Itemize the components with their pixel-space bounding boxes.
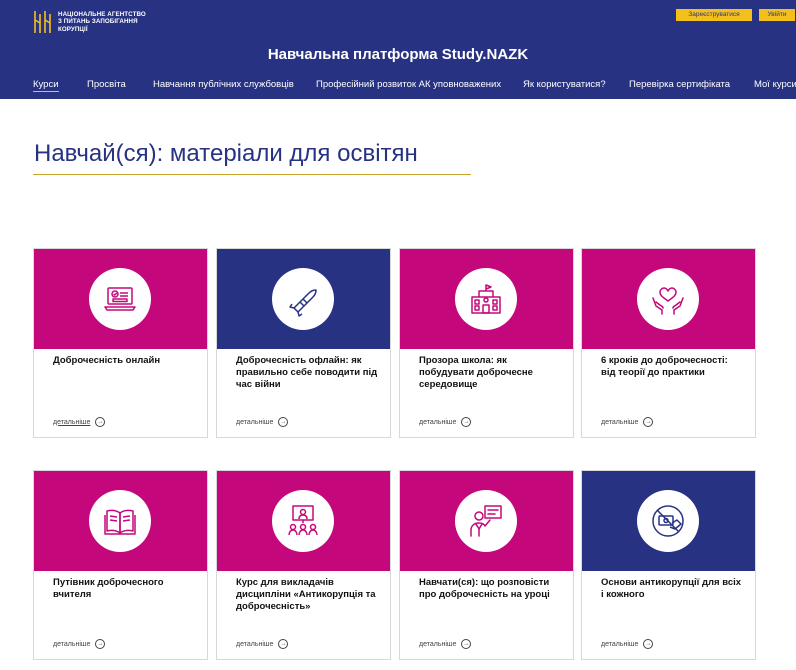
open-book-icon [89, 490, 151, 552]
details-link-label[interactable]: детальніше [601, 418, 638, 427]
arrow-right-icon: → [278, 417, 289, 427]
details-link-label[interactable]: детальніше [419, 418, 456, 427]
teacher-board-icon [455, 490, 517, 552]
arrow-right-icon: → [95, 639, 106, 649]
details-link[interactable]: детальніше → [53, 417, 106, 427]
no-bribe-icon [637, 490, 699, 552]
arrow-right-icon: → [278, 639, 289, 649]
card-banner [582, 471, 755, 571]
nav-item-public-servants[interactable]: Навчання публічних службовців [153, 79, 294, 91]
card-title: Доброчесність офлайн: як правильно себе … [236, 355, 378, 390]
details-link-label[interactable]: детальніше [419, 640, 456, 649]
details-link[interactable]: детальніше → [236, 639, 289, 649]
card-title: Прозора школа: як побудувати доброчесне … [419, 355, 533, 390]
details-link[interactable]: детальніше → [601, 639, 654, 649]
lecture-audience-icon [272, 490, 334, 552]
details-link[interactable]: детальніше → [419, 417, 472, 427]
arrow-right-icon: → [643, 417, 654, 427]
card-banner [34, 249, 207, 349]
card-title: Навчати(ся): що розповісти про доброчесн… [419, 577, 550, 600]
nav-item-professional-development[interactable]: Професійний розвиток АК уповноважених [316, 79, 501, 91]
title-underline [33, 174, 471, 175]
card-banner [217, 471, 390, 571]
site-header: Національне агентство з питань запобіган… [0, 0, 796, 99]
arrow-right-icon: → [95, 417, 106, 427]
course-card[interactable]: Основи антикорупції для всіх і кожного д… [581, 470, 756, 660]
card-title: Доброчесність онлайн [53, 355, 161, 366]
card-title: Основи антикорупції для всіх і кожного [601, 577, 742, 600]
details-link-label[interactable]: детальніше [601, 640, 638, 649]
logo-text: Національне агентство з питань запобіган… [58, 11, 146, 33]
arrow-right-icon: → [643, 639, 654, 649]
missile-icon [272, 268, 334, 330]
course-card[interactable]: Курс для викладачів дисципліни «Антикору… [216, 470, 391, 660]
site-title: Навчальна платформа Study.NAZK [267, 46, 529, 63]
details-link-label[interactable]: детальніше [53, 418, 90, 427]
details-link-label[interactable]: детальніше [236, 640, 273, 649]
details-link[interactable]: детальніше → [419, 639, 472, 649]
nav-item-how-to-use[interactable]: Як користуватися? [523, 79, 606, 91]
arrow-right-icon: → [461, 639, 472, 649]
card-banner [400, 471, 573, 571]
arrow-right-icon: → [461, 417, 472, 427]
nazk-emblem-icon [32, 8, 52, 36]
details-link[interactable]: детальніше → [601, 417, 654, 427]
course-card[interactable]: Доброчесність онлайн детальніше → [33, 248, 208, 438]
page-title: Навчай(ся): матеріали для освітян [34, 140, 418, 167]
course-card[interactable]: Навчати(ся): що розповісти про доброчесн… [399, 470, 574, 660]
card-title: Путівник доброчесного вчителя [53, 577, 164, 600]
details-link[interactable]: детальніше → [53, 639, 106, 649]
card-title: 6 кроків до доброчесності: від теорії до… [601, 355, 728, 378]
nazk-logo[interactable]: Національне агентство з питань запобіган… [32, 8, 162, 36]
details-link[interactable]: детальніше → [236, 417, 289, 427]
course-card[interactable]: Путівник доброчесного вчителя детальніше… [33, 470, 208, 660]
nav-item-education[interactable]: Просвіта [87, 79, 126, 91]
course-card[interactable]: 6 кроків до доброчесності: від теорії до… [581, 248, 756, 438]
card-title: Курс для викладачів дисципліни «Антикору… [236, 577, 376, 612]
hands-heart-icon [637, 268, 699, 330]
course-card[interactable]: Прозора школа: як побудувати доброчесне … [399, 248, 574, 438]
details-link-label[interactable]: детальніше [236, 418, 273, 427]
card-banner [217, 249, 390, 349]
card-banner [400, 249, 573, 349]
card-banner [582, 249, 755, 349]
nav-item-certificate-check[interactable]: Перевірка сертифіката [629, 79, 730, 91]
details-link-label[interactable]: детальніше [53, 640, 90, 649]
nav-item-my-courses[interactable]: Мої курси [754, 79, 796, 91]
login-button[interactable]: Увійти [759, 9, 795, 21]
school-building-icon [455, 268, 517, 330]
register-button[interactable]: Зареєструватися [676, 9, 752, 21]
laptop-certificate-icon [89, 268, 151, 330]
main-nav: Курси Просвіта Навчання публічних службо… [0, 79, 796, 93]
course-card[interactable]: Доброчесність офлайн: як правильно себе … [216, 248, 391, 438]
card-banner [34, 471, 207, 571]
nav-item-courses[interactable]: Курси [33, 79, 59, 92]
